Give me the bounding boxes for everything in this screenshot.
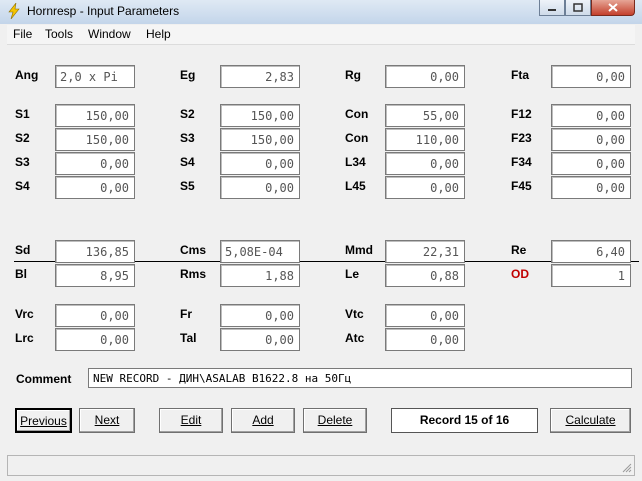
label-s4-right: S4 — [180, 155, 195, 169]
field-f12[interactable]: 0,00 — [551, 104, 631, 127]
label-bl: Bl — [15, 267, 27, 281]
field-s2[interactable]: 150,00 — [55, 128, 135, 151]
field-re[interactable]: 6,40 — [551, 240, 631, 263]
field-s3[interactable]: 0,00 — [55, 152, 135, 175]
field-atc[interactable]: 0,00 — [385, 328, 465, 351]
label-s2-right: S2 — [180, 107, 195, 121]
field-rms[interactable]: 1,88 — [220, 264, 300, 287]
menu-help[interactable]: Help — [146, 27, 171, 41]
label-con-1: Con — [345, 107, 369, 121]
field-lrc[interactable]: 0,00 — [55, 328, 135, 351]
label-f34: F34 — [511, 155, 532, 169]
field-f23[interactable]: 0,00 — [551, 128, 631, 151]
field-mmd[interactable]: 22,31 — [385, 240, 465, 263]
lightning-bolt-icon — [8, 3, 20, 19]
label-tal: Tal — [180, 331, 197, 345]
label-s4: S4 — [15, 179, 30, 193]
label-comment: Comment — [16, 372, 72, 386]
field-f45[interactable]: 0,00 — [551, 176, 631, 199]
menu-tools[interactable]: Tools — [45, 27, 73, 41]
field-fr[interactable]: 0,00 — [220, 304, 300, 327]
label-fta: Fta — [511, 68, 529, 82]
label-cms: Cms — [180, 243, 207, 257]
field-con-1[interactable]: 55,00 — [385, 104, 465, 127]
field-ang[interactable]: 2,0 x Pi — [55, 65, 135, 88]
field-s1[interactable]: 150,00 — [55, 104, 135, 127]
resize-grip-icon[interactable] — [622, 463, 632, 473]
label-eg: Eg — [180, 68, 196, 82]
minimize-icon — [548, 8, 556, 11]
field-s3-right[interactable]: 150,00 — [220, 128, 300, 151]
label-lrc: Lrc — [15, 331, 34, 345]
label-mmd: Mmd — [345, 243, 373, 257]
field-od[interactable]: 1 — [551, 264, 631, 287]
edit-button[interactable]: Edit — [159, 408, 223, 433]
label-con-2: Con — [345, 131, 369, 145]
delete-button[interactable]: Delete — [303, 408, 367, 433]
field-l34[interactable]: 0,00 — [385, 152, 465, 175]
menu-window[interactable]: Window — [88, 27, 131, 41]
label-f45: F45 — [511, 179, 532, 193]
label-rg: Rg — [345, 68, 361, 82]
maximize-icon — [573, 3, 583, 12]
status-bar — [7, 455, 635, 476]
label-le: Le — [345, 267, 360, 281]
field-s5[interactable]: 0,00 — [220, 176, 300, 199]
field-tal[interactable]: 0,00 — [220, 328, 300, 351]
label-atc: Atc — [345, 331, 365, 345]
comment-field[interactable]: NEW RECORD - ДИН\ASALAB B1622.8 на 50Гц — [88, 368, 632, 388]
field-rg[interactable]: 0,00 — [385, 65, 465, 88]
label-f23: F23 — [511, 131, 532, 145]
next-button[interactable]: Next — [79, 408, 135, 433]
label-rms: Rms — [180, 267, 207, 281]
label-l34: L34 — [345, 155, 366, 169]
calculate-button[interactable]: Calculate — [550, 408, 631, 433]
label-s2: S2 — [15, 131, 30, 145]
field-fta[interactable]: 0,00 — [551, 65, 631, 88]
field-s2-right[interactable]: 150,00 — [220, 104, 300, 127]
field-s4-right[interactable]: 0,00 — [220, 152, 300, 175]
window-title: Hornresp - Input Parameters — [27, 4, 180, 18]
label-re: Re — [511, 243, 527, 257]
add-button[interactable]: Add — [231, 408, 295, 433]
field-eg[interactable]: 2,83 — [220, 65, 300, 88]
label-vrc: Vrc — [15, 307, 34, 321]
menu-bar: File Tools Window Help — [7, 25, 635, 45]
input-parameters-panel: Ang 2,0 x Pi Eg 2,83 Rg 0,00 Fta 0,00 S1… — [7, 45, 639, 454]
hornresp-window: Hornresp - Input Parameters File Tools W… — [0, 0, 642, 481]
previous-button[interactable]: Previous — [15, 408, 72, 433]
label-ang: Ang — [15, 68, 39, 82]
field-l45[interactable]: 0,00 — [385, 176, 465, 199]
maximize-button[interactable] — [565, 0, 591, 16]
label-s1: S1 — [15, 107, 30, 121]
minimize-button[interactable] — [539, 0, 565, 16]
field-cms[interactable]: 5,08E-04 — [220, 240, 300, 263]
close-icon — [608, 3, 618, 12]
label-fr: Fr — [180, 307, 192, 321]
field-bl[interactable]: 8,95 — [55, 264, 135, 287]
label-sd: Sd — [15, 243, 31, 257]
menu-file[interactable]: File — [13, 27, 32, 41]
field-le[interactable]: 0,88 — [385, 264, 465, 287]
label-od: OD — [511, 267, 529, 281]
label-s3-right: S3 — [180, 131, 195, 145]
record-indicator: Record 15 of 16 — [391, 408, 538, 433]
label-s3: S3 — [15, 155, 30, 169]
title-bar[interactable]: Hornresp - Input Parameters — [0, 0, 642, 24]
field-con-2[interactable]: 110,00 — [385, 128, 465, 151]
label-s5: S5 — [180, 179, 195, 193]
field-sd[interactable]: 136,85 — [55, 240, 135, 263]
close-button[interactable] — [591, 0, 635, 16]
field-vrc[interactable]: 0,00 — [55, 304, 135, 327]
field-s4[interactable]: 0,00 — [55, 176, 135, 199]
field-f34[interactable]: 0,00 — [551, 152, 631, 175]
label-f12: F12 — [511, 107, 532, 121]
label-l45: L45 — [345, 179, 366, 193]
label-vtc: Vtc — [345, 307, 364, 321]
field-vtc[interactable]: 0,00 — [385, 304, 465, 327]
